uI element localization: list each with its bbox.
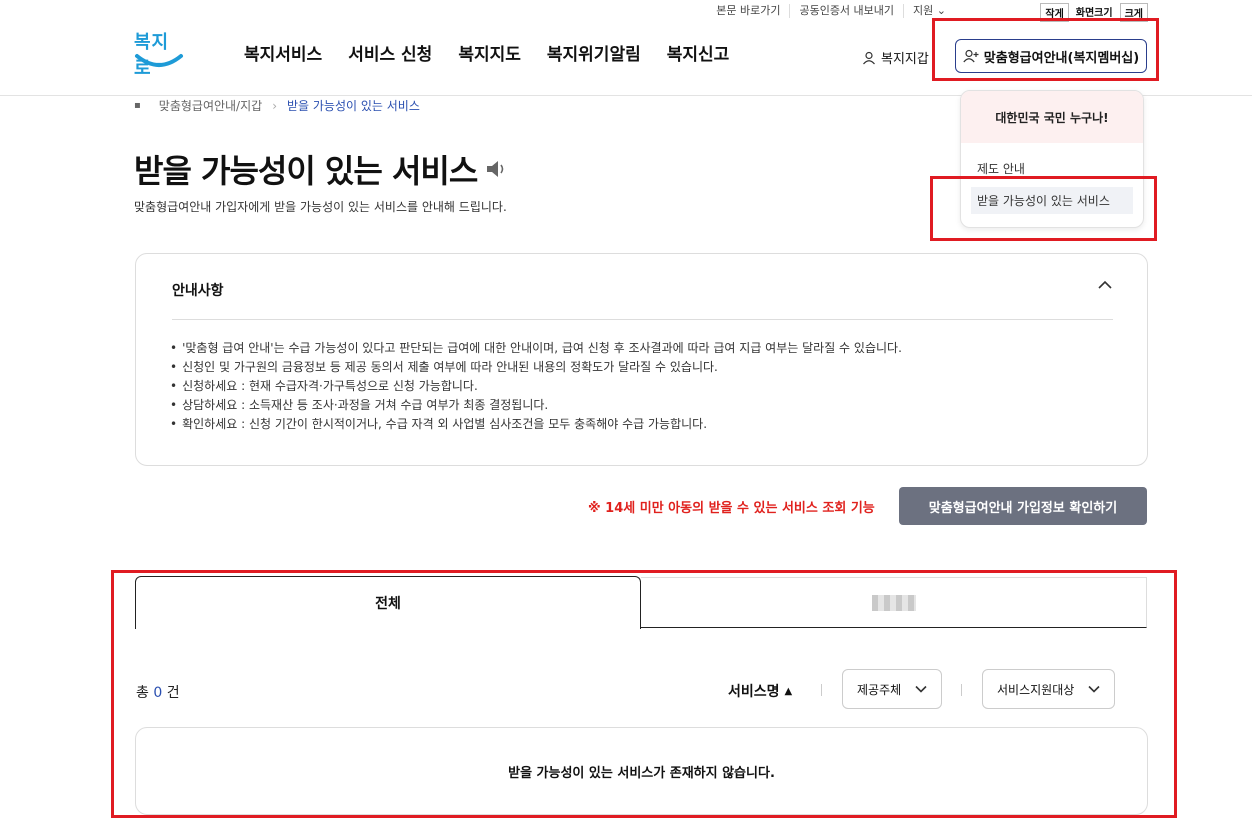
notice-item: 상담하세요 : 소득재산 등 조사·과정을 거쳐 수급 여부가 최종 결정됩니다… [170, 396, 902, 415]
nav-service-apply[interactable]: 서비스 신청 [348, 40, 432, 65]
notice-heading: 안내사항 [172, 283, 224, 299]
notice-panel: 안내사항 '맞춤형 급여 안내'는 수급 가능성이 있다고 판단되는 급여에 대… [135, 253, 1148, 466]
breadcrumb-parent[interactable]: 맞춤형급여안내/지갑 [159, 97, 262, 114]
highlight-box [932, 18, 1159, 81]
chevron-up-icon[interactable] [1097, 280, 1113, 290]
notice-item: 신청인 및 가구원의 금융정보 등 제공 동의서 제출 여부에 따라 안내된 내… [170, 358, 902, 377]
dropdown-header: 대한민국 국민 누구나! [961, 91, 1143, 143]
nav-welfare-report[interactable]: 복지신고 [667, 40, 730, 65]
highlight-box [930, 176, 1157, 241]
user-icon [863, 51, 875, 64]
export-certificate-link[interactable]: 공동인증서 내보내기 [789, 4, 903, 18]
nav-welfare-services[interactable]: 복지서비스 [244, 40, 322, 65]
wallet-label: 복지지갑 [881, 52, 929, 67]
notice-list: '맞춤형 급여 안내'는 수급 가능성이 있다고 판단되는 급여에 대한 안내이… [170, 339, 902, 434]
wallet-link[interactable]: 복지지갑 [862, 48, 929, 67]
notice-item: '맞춤형 급여 안내'는 수급 가능성이 있다고 판단되는 급여에 대한 안내이… [170, 339, 902, 358]
notice-item: 신청하세요 : 현재 수급자격·가구특성으로 신청 가능합니다. [170, 377, 902, 396]
breadcrumb-current: 받을 가능성이 있는 서비스 [287, 99, 420, 113]
speaker-icon[interactable] [485, 159, 509, 179]
skip-to-content-link[interactable]: 본문 바로가기 [707, 4, 789, 18]
nav-crisis-alert[interactable]: 복지위기알림 [547, 40, 641, 65]
dropdown-item-guide[interactable]: 제도 안내 [977, 160, 1025, 177]
page-subtitle: 맞춤형급여안내 가입자에게 받을 가능성이 있는 서비스를 안내해 드립니다. [134, 200, 507, 214]
global-nav: 복지서비스 서비스 신청 복지지도 복지위기알림 복지신고 [244, 40, 729, 65]
bokjiro-logo[interactable]: 복지로 [134, 28, 186, 79]
child-lookup-warning: ※ 14세 미만 아동의 받을 수 있는 서비스 조회 기능 [588, 501, 875, 516]
breadcrumb-bullet-icon: ▪ [134, 100, 141, 111]
page-title-text: 받을 가능성이 있는 서비스 [134, 152, 478, 190]
notice-item: 확인하세요 : 신청 기간이 한시적이거나, 수급 자격 외 사업별 심사조건을… [170, 415, 902, 434]
check-membership-button[interactable]: 맞춤형급여안내 가입정보 확인하기 [899, 487, 1147, 525]
support-menu[interactable]: 지원 ⌄ [903, 4, 955, 18]
logo-smile-icon [135, 54, 183, 67]
utility-links: 본문 바로가기 공동인증서 내보내기 지원 ⌄ [707, 4, 955, 18]
nav-welfare-map[interactable]: 복지지도 [458, 40, 521, 65]
page-title: 받을 가능성이 있는 서비스 [134, 146, 509, 192]
highlight-box [111, 570, 1177, 818]
breadcrumb: ▪ 맞춤형급여안내/지갑 › 받을 가능성이 있는 서비스 [134, 97, 420, 114]
chevron-right-icon: › [272, 98, 277, 113]
notice-divider [172, 319, 1113, 320]
